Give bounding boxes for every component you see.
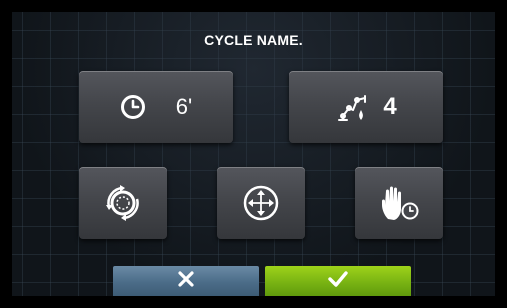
clock-icon [120, 94, 146, 120]
dosing-arm-icon [335, 90, 369, 124]
confirm-button[interactable] [265, 266, 411, 296]
time-value: 6' [175, 94, 193, 119]
cycle-name-title: CYCLE NAME. [204, 32, 303, 48]
drum-rotation-icon [103, 183, 143, 223]
drain-button[interactable] [217, 167, 305, 239]
four-direction-arrows-icon [241, 183, 281, 223]
manual-pause-button[interactable] [355, 167, 443, 239]
rotation-button[interactable] [79, 167, 167, 239]
dispensing-button[interactable]: 4 [289, 71, 443, 143]
dispensing-value: 4 [383, 93, 397, 120]
hand-timer-icon [378, 183, 420, 223]
close-x-icon [178, 270, 194, 292]
checkmark-icon [328, 270, 348, 292]
time-button[interactable]: 6' [79, 71, 233, 143]
cancel-button[interactable] [113, 266, 259, 296]
cycle-edit-screen: CYCLE NAME. 6' 4 [12, 12, 495, 296]
